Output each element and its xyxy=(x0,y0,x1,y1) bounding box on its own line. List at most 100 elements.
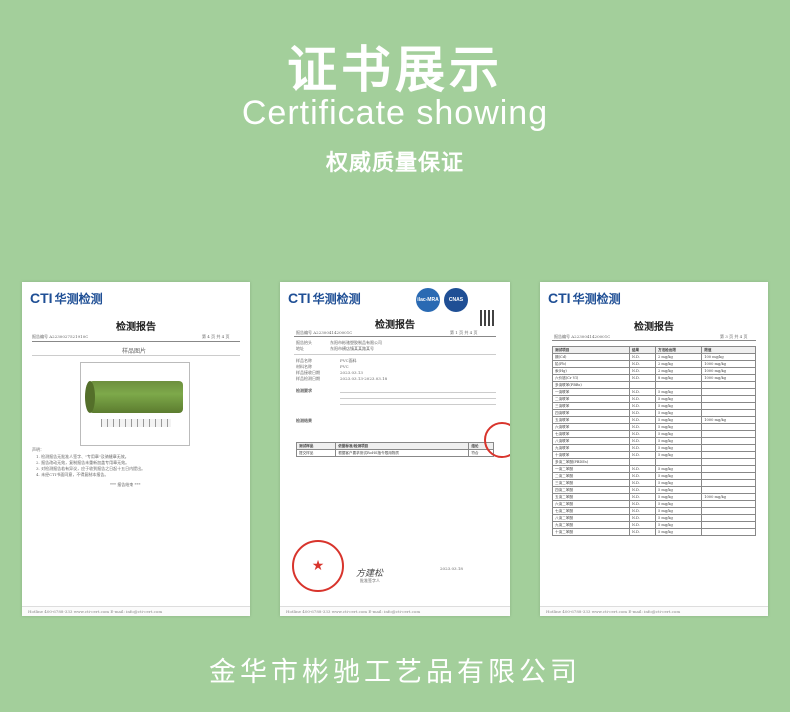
test-requirement-label: 检测要求 xyxy=(296,388,312,393)
table-cell: 四溴二苯醚 xyxy=(552,486,630,494)
table-row: 四溴联苯 N.D. 5 mg/kg xyxy=(552,409,756,417)
table-cell: 十溴二苯醚 xyxy=(552,528,630,536)
qr-code-icon xyxy=(480,310,496,326)
table-row: 六溴二苯醚 N.D. 5 mg/kg xyxy=(552,500,756,508)
table-cell: 5 mg/kg xyxy=(654,409,703,417)
table-cell: 八溴联苯 xyxy=(552,437,630,445)
table-row: 八溴联苯 N.D. 5 mg/kg xyxy=(552,437,756,445)
table-cell xyxy=(701,514,756,522)
divider xyxy=(32,341,240,342)
table-cell xyxy=(701,451,756,459)
table-cell xyxy=(701,486,756,494)
table-row: 十溴联苯 N.D. 5 mg/kg xyxy=(552,451,756,459)
pvc-roll-image xyxy=(89,381,183,413)
table-cell xyxy=(654,381,703,389)
table-cell: 多溴二苯醚(PBDEs) xyxy=(552,458,630,466)
table-cell xyxy=(701,381,756,389)
table-cell: N.D. xyxy=(628,465,656,473)
table-cell: 铅(Pb) xyxy=(552,360,630,368)
table-cell: 5 mg/kg xyxy=(654,402,703,410)
sample-photo xyxy=(80,362,190,446)
table-cell: 5 mg/kg xyxy=(654,493,703,501)
table-row: 提交样品 根据客户要求测试RoHS指令限用物质 符合 xyxy=(295,449,494,457)
divider xyxy=(32,355,240,356)
table-cell: N.D. xyxy=(628,493,656,501)
table-row: 铅(Pb) N.D. 2 mg/kg 1000 mg/kg xyxy=(552,360,756,368)
table-cell xyxy=(701,395,756,403)
table-cell: 5 mg/kg xyxy=(654,430,703,438)
report-footer: Hotline 400-6788-333 www.cti-cert.com E-… xyxy=(280,606,510,616)
table-cell xyxy=(701,507,756,515)
table-cell xyxy=(701,472,756,480)
table-cell: 2 mg/kg xyxy=(654,360,703,368)
table-cell: 5 mg/kg xyxy=(654,395,703,403)
table-cell: 四溴联苯 xyxy=(552,409,630,417)
table-cell xyxy=(701,430,756,438)
field-value: 2023.03.13 xyxy=(340,370,363,375)
table-cell: 5 mg/kg xyxy=(654,507,703,515)
table-cell xyxy=(701,458,756,466)
table-cell: 一溴联苯 xyxy=(552,388,630,396)
cnas-badge: CNAS xyxy=(444,288,468,312)
official-seal-stamp: ★ xyxy=(292,540,344,592)
table-cell: 二溴联苯 xyxy=(552,395,630,403)
field-value: 2023.03.13-2023.03.18 xyxy=(340,376,388,381)
table-cell: N.D. xyxy=(628,374,656,382)
table-cell: N.D. xyxy=(628,402,656,410)
table-cell: 5 mg/kg xyxy=(654,514,703,522)
table-cell xyxy=(701,409,756,417)
section-heading: 样品图片 xyxy=(122,348,147,355)
table-cell: N.D. xyxy=(628,353,656,361)
table-row: 九溴联苯 N.D. 5 mg/kg xyxy=(552,444,756,452)
table-cell: 多溴联苯(PBBs) xyxy=(552,381,630,389)
report-title: 检测报告 xyxy=(116,322,156,333)
table-row: 六价铬(Cr VI) N.D. 8 mg/kg 1000 mg/kg xyxy=(552,374,756,382)
table-cell: N.D. xyxy=(628,451,656,459)
table-cell: N.D. xyxy=(628,444,656,452)
approver-label: 批准签字人 xyxy=(360,578,380,583)
table-row: 三溴二苯醚 N.D. 5 mg/kg xyxy=(552,479,756,487)
table-cell: 5 mg/kg xyxy=(654,500,703,508)
certificate-results-table-page: CTI 华测检测 检测报告 报告编号 A2230041420001C 第 3 页 … xyxy=(540,282,768,616)
table-cell xyxy=(701,444,756,452)
table-cell: 五溴联苯 xyxy=(552,416,630,424)
table-cell: 三溴二苯醚 xyxy=(552,479,630,487)
table-cell: 5 mg/kg xyxy=(654,388,703,396)
table-cell: 5 mg/kg xyxy=(654,451,703,459)
table-row: 多溴二苯醚(PBDEs) xyxy=(552,458,756,466)
table-cell: N.D. xyxy=(628,507,656,515)
table-cell: 2 mg/kg xyxy=(654,367,703,375)
report-number: 报告编号 A2230027521910C xyxy=(32,334,89,339)
page-subtitle: Certificate showing xyxy=(241,94,549,132)
table-cell xyxy=(701,388,756,396)
divider xyxy=(340,404,496,405)
table-cell xyxy=(654,458,703,466)
table-cell xyxy=(701,402,756,410)
table-cell: 1000 mg/kg xyxy=(701,367,756,375)
table-row: 七溴联苯 N.D. 5 mg/kg xyxy=(552,430,756,438)
table-cell: 1000 mg/kg xyxy=(701,360,756,368)
issue-date: 2023.03.18 xyxy=(440,566,463,571)
table-cell: 九溴联苯 xyxy=(552,444,630,452)
table-cell: 三溴联苯 xyxy=(552,402,630,410)
table-cell: N.D. xyxy=(628,521,656,529)
table-cell: 5 mg/kg xyxy=(654,444,703,452)
divider xyxy=(294,354,496,355)
table-cell: 5 mg/kg xyxy=(654,528,703,536)
page-number: 第 4 页 共 4 页 xyxy=(202,334,230,339)
table-cell: 六溴联苯 xyxy=(552,423,630,431)
table-cell: 5 mg/kg xyxy=(654,423,703,431)
table-header-row: 测试项目 结果 方法检出限 限值 xyxy=(552,346,756,354)
table-cell: N.D. xyxy=(628,360,656,368)
table-row: 九溴二苯醚 N.D. 5 mg/kg xyxy=(552,521,756,529)
pvc-roll-end xyxy=(85,381,95,413)
table-cell xyxy=(701,423,756,431)
divider xyxy=(294,336,496,337)
table-row: 五溴联苯 N.D. 5 mg/kg 1000 mg/kg xyxy=(552,416,756,424)
table-header-row: 测试样品 依据标准/检测项目 结论 xyxy=(295,442,494,450)
field-value: PVC xyxy=(340,364,349,369)
divider xyxy=(340,398,496,399)
table-cell: 六溴二苯醚 xyxy=(552,500,630,508)
header-section: 证书展示 Certificate showing 权威质量保证 xyxy=(0,0,790,200)
table-cell: 七溴二苯醚 xyxy=(552,507,630,515)
